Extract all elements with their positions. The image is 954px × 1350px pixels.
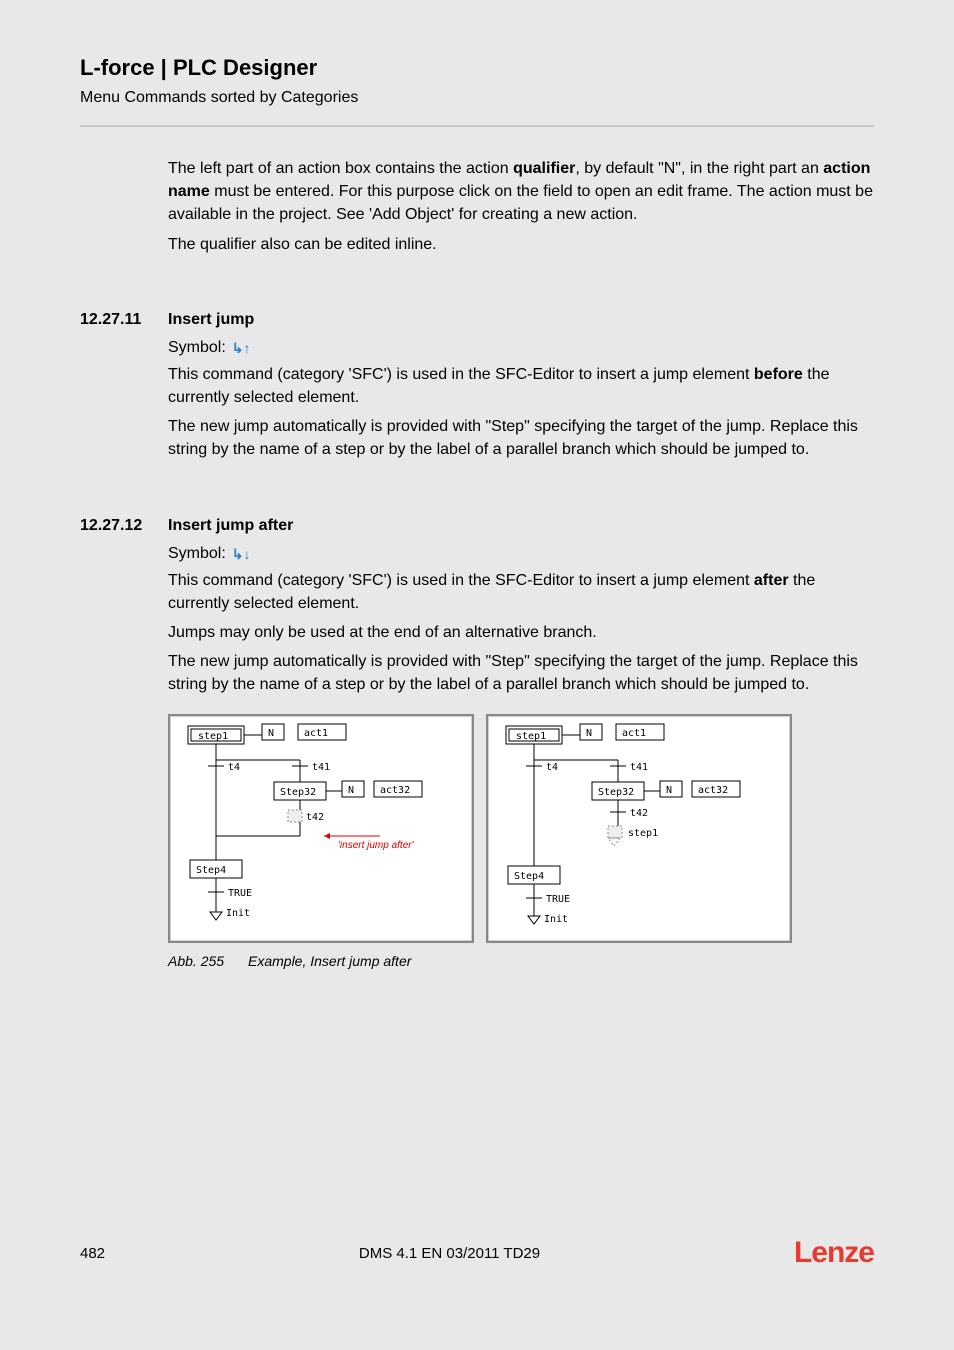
text: This command (category 'SFC') is used in…: [168, 572, 754, 589]
sfc-jump-target: Init: [226, 908, 250, 919]
symbol-line: Symbol: ↳↓: [168, 545, 874, 563]
sfc-qualifier: N: [586, 728, 592, 739]
sfc-annotation: 'insert jump after': [338, 840, 415, 851]
sec2-paragraph-1: This command (category 'SFC') is used in…: [168, 569, 874, 615]
brand-logo: Lenze: [794, 1236, 874, 1270]
text: The left part of an action box contains …: [168, 160, 513, 177]
sfc-qualifier: N: [666, 785, 672, 796]
figure-caption-text: Example, Insert jump after: [248, 953, 411, 969]
sfc-step-label: Step4: [514, 871, 544, 882]
sfc-transition: t41: [312, 762, 330, 773]
sfc-jump-target: step1: [628, 828, 658, 839]
symbol-label: Symbol:: [168, 339, 226, 357]
text: This command (category 'SFC') is used in…: [168, 366, 754, 383]
header-title: L-force | PLC Designer: [80, 55, 874, 81]
jump-after-icon: ↳↓: [232, 547, 251, 561]
sfc-action: act1: [304, 728, 328, 739]
sec2-paragraph-2: Jumps may only be used at the end of an …: [168, 621, 874, 644]
section-title: Insert jump: [168, 311, 254, 329]
jump-before-icon: ↳↑: [232, 341, 251, 355]
sfc-step1-label: step1: [198, 731, 228, 742]
sfc-jump-target: Init: [544, 914, 568, 925]
sfc-transition: t4: [546, 762, 558, 773]
sfc-action: act32: [698, 785, 728, 796]
sfc-step-label: Step32: [598, 787, 634, 798]
sfc-panel-left: step1 N act1 t4 t41: [168, 714, 474, 943]
page-body: The left part of an action box contains …: [80, 127, 874, 969]
sec1-paragraph-1: This command (category 'SFC') is used in…: [168, 363, 874, 409]
text-bold: qualifier: [513, 160, 575, 177]
sfc-step-label: Step32: [280, 787, 316, 798]
page-footer: 482 DMS 4.1 EN 03/2011 TD29 Lenze: [80, 1236, 874, 1270]
sfc-transition: t41: [630, 762, 648, 773]
sfc-action: act1: [622, 728, 646, 739]
sfc-transition: t42: [306, 812, 324, 823]
sec2-paragraph-3: The new jump automatically is provided w…: [168, 650, 874, 696]
text-bold: after: [754, 572, 789, 589]
sfc-transition: t4: [228, 762, 240, 773]
section-insert-jump: 12.27.11 Insert jump: [80, 311, 874, 329]
section-insert-jump-after: 12.27.12 Insert jump after: [80, 517, 874, 535]
section-number: 12.27.12: [80, 517, 168, 535]
sfc-step-label: Step4: [196, 865, 226, 876]
text: , by default "N", in the right part an: [575, 160, 823, 177]
figure-number: Abb. 255: [168, 953, 248, 969]
figure-example: step1 N act1 t4 t41: [168, 714, 874, 943]
sfc-qualifier: N: [268, 728, 274, 739]
page: L-force | PLC Designer Menu Commands sor…: [0, 0, 954, 1350]
section-title: Insert jump after: [168, 517, 293, 535]
sfc-diagram-left: step1 N act1 t4 t41: [170, 716, 472, 941]
sec1-paragraph-2: The new jump automatically is provided w…: [168, 415, 874, 461]
doc-id: DMS 4.1 EN 03/2011 TD29: [359, 1245, 540, 1262]
sfc-diagram-right: step1 N act1 t4 t41 Step32: [488, 716, 790, 941]
page-number: 482: [80, 1245, 105, 1262]
sfc-step1-label: step1: [516, 731, 546, 742]
text-bold: before: [754, 366, 803, 383]
symbol-line: Symbol: ↳↑: [168, 339, 874, 357]
intro-paragraph-1: The left part of an action box contains …: [168, 157, 874, 227]
sfc-action: act32: [380, 785, 410, 796]
text: must be entered. For this purpose click …: [168, 183, 873, 223]
figure-caption: Abb. 255Example, Insert jump after: [168, 953, 874, 969]
sfc-qualifier: N: [348, 785, 354, 796]
intro-paragraph-2: The qualifier also can be edited inline.: [168, 233, 874, 256]
sfc-transition: TRUE: [546, 894, 570, 905]
page-header: L-force | PLC Designer Menu Commands sor…: [80, 0, 874, 127]
sfc-panel-right: step1 N act1 t4 t41 Step32: [486, 714, 792, 943]
symbol-label: Symbol:: [168, 545, 226, 563]
sfc-transition: TRUE: [228, 888, 252, 899]
section-number: 12.27.11: [80, 311, 168, 329]
header-subtitle: Menu Commands sorted by Categories: [80, 89, 874, 107]
sfc-transition: t42: [630, 808, 648, 819]
